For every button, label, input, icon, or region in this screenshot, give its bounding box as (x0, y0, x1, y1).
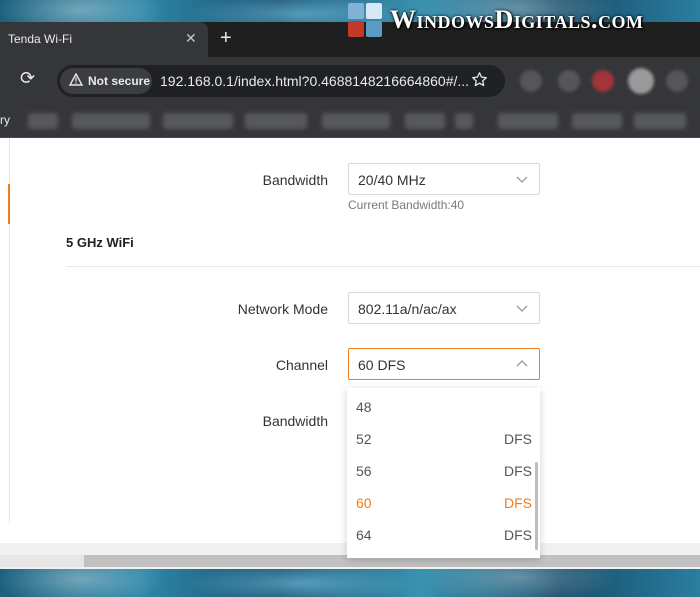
dfs-tag: DFS (504, 527, 532, 543)
channel-option[interactable]: 56 DFS (347, 455, 540, 487)
network-mode-value: 802.11a/n/ac/ax (358, 301, 457, 317)
chevron-up-icon (516, 357, 528, 369)
channel-number: 64 (356, 527, 372, 543)
bookmarks-bar: ry (0, 104, 700, 138)
channel-option[interactable]: 64 DFS (347, 519, 540, 551)
bookmark-item[interactable] (405, 113, 445, 129)
side-nav-active-indicator (8, 184, 10, 224)
bookmark-item[interactable] (455, 113, 473, 129)
windows-logo-icon (348, 3, 382, 37)
extension-icon[interactable] (592, 70, 614, 92)
desktop-wallpaper-bottom (0, 569, 700, 597)
bandwidth-label-5ghz: Bandwidth (262, 413, 328, 429)
network-mode-select[interactable]: 802.11a/n/ac/ax (348, 292, 540, 324)
router-settings-page: Bandwidth 20/40 MHz Current Bandwidth:40… (0, 138, 700, 558)
section-divider (66, 266, 700, 267)
section-title-5ghz: 5 GHz WiFi (66, 235, 134, 250)
close-icon[interactable]: ✕ (185, 30, 197, 47)
channel-select[interactable]: 60 DFS (348, 348, 540, 380)
channel-number: 60 (356, 495, 372, 511)
bandwidth-select-24ghz[interactable]: 20/40 MHz (348, 163, 540, 195)
bookmark-item[interactable] (322, 113, 390, 129)
reload-icon[interactable]: ⟳ (20, 68, 35, 89)
channel-number: 56 (356, 463, 372, 479)
bookmark-star-icon[interactable] (471, 71, 488, 93)
extension-icon[interactable] (520, 70, 542, 92)
chevron-down-icon (516, 301, 528, 313)
dfs-tag: DFS (504, 431, 532, 447)
chevron-down-icon (516, 172, 528, 184)
profile-avatar[interactable] (628, 68, 654, 94)
network-mode-label: Network Mode (237, 301, 328, 317)
bookmark-item[interactable] (28, 113, 58, 129)
bookmark-item[interactable] (72, 113, 150, 129)
current-bandwidth-hint: Current Bandwidth:40 (348, 198, 465, 212)
extension-icon[interactable] (558, 70, 580, 92)
bandwidth-label: Bandwidth (262, 172, 328, 188)
dfs-tag: DFS (504, 495, 532, 511)
browser-tab[interactable]: Tenda Wi-Fi ✕ (0, 22, 208, 57)
bookmark-item[interactable] (634, 113, 686, 129)
extension-icon[interactable] (666, 70, 688, 92)
channel-option[interactable]: 52 DFS (347, 423, 540, 455)
channel-number: 48 (356, 399, 372, 415)
bookmark-item[interactable] (498, 113, 558, 129)
channel-value: 60 DFS (358, 357, 406, 373)
bookmark-item[interactable] (572, 113, 622, 129)
channel-number: 52 (356, 431, 372, 447)
new-tab-button[interactable]: + (220, 27, 232, 50)
bookmark-fragment[interactable]: ry (0, 113, 10, 127)
url-text[interactable]: 192.168.0.1/index.html?0.468814821666486… (160, 73, 469, 89)
channel-option[interactable]: 48 (347, 391, 540, 423)
security-chip[interactable]: Not secure (60, 68, 152, 94)
address-bar[interactable]: Not secure 192.168.0.1/index.html?0.4688… (57, 65, 505, 97)
bandwidth-value: 20/40 MHz (358, 172, 426, 188)
watermark: WindowsDigitals.com (348, 2, 643, 38)
channel-label: Channel (275, 357, 328, 373)
tab-title: Tenda Wi-Fi (8, 32, 73, 46)
dfs-tag: DFS (504, 463, 532, 479)
channel-dropdown: 48 52 DFS 56 DFS 60 DFS 64 DFS (347, 388, 540, 558)
watermark-text: WindowsDigitals.com (390, 5, 644, 34)
security-label: Not secure (88, 74, 151, 88)
channel-option-selected[interactable]: 60 DFS (347, 487, 540, 519)
dropdown-scrollbar[interactable] (535, 462, 538, 550)
bookmark-item[interactable] (245, 113, 307, 129)
bookmark-item[interactable] (163, 113, 233, 129)
warning-triangle-icon (68, 72, 84, 89)
browser-toolbar: ⟳ Not secure 192.168.0.1/index.html?0.46… (0, 57, 700, 104)
